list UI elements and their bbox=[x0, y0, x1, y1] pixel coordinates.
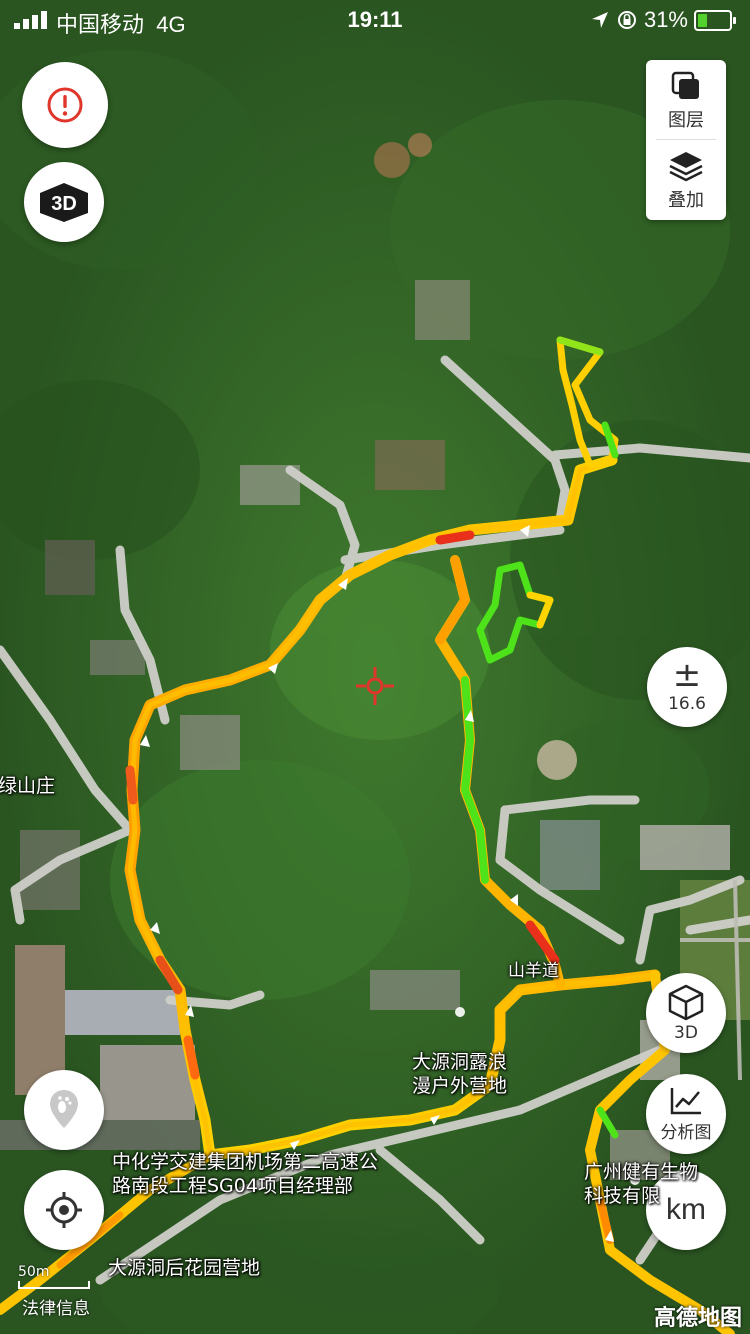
scale-line bbox=[18, 1281, 90, 1289]
scale-bar: 50m bbox=[18, 1264, 90, 1289]
brand-logo: 高德地图 bbox=[653, 1306, 742, 1331]
analysis-label: 分析图 bbox=[660, 1122, 712, 1143]
warning-button[interactable] bbox=[22, 62, 108, 148]
warning-icon bbox=[47, 87, 83, 123]
location-arrow-icon bbox=[591, 12, 608, 28]
overlay-label: 叠加 bbox=[668, 190, 704, 211]
layers-button[interactable]: 图层 bbox=[646, 62, 726, 140]
layers-panel: 图层 叠加 bbox=[646, 60, 726, 220]
scale-label: 50m bbox=[18, 1264, 50, 1280]
svg-text:3D: 3D bbox=[51, 193, 77, 215]
analysis-button[interactable]: 分析图 bbox=[646, 1074, 726, 1154]
locate-icon bbox=[46, 1192, 82, 1228]
cube-icon bbox=[668, 984, 704, 1021]
map-label-camp1-line1[interactable]: 大源洞露浪 bbox=[412, 1050, 507, 1074]
layers-label: 图层 bbox=[668, 110, 704, 131]
map-label-shanzhuang: 绿山庄 bbox=[0, 775, 56, 797]
status-bar: 中国移动 4G 19:11 31% bbox=[0, 0, 750, 40]
battery-icon bbox=[694, 9, 736, 31]
legal-info-link[interactable]: 法律信息 bbox=[22, 1294, 90, 1319]
map-label-company-line2[interactable]: 科技有限 bbox=[584, 1184, 660, 1208]
zoom-button[interactable]: ± 16.6 bbox=[647, 647, 727, 727]
battery-percent: 31% bbox=[643, 7, 688, 32]
view-3d-button[interactable]: 3D bbox=[646, 973, 726, 1053]
locate-button[interactable] bbox=[24, 1170, 104, 1250]
footprint-icon bbox=[50, 1090, 78, 1128]
zoom-symbol: ± bbox=[672, 655, 702, 695]
overlay-button[interactable]: 叠加 bbox=[646, 142, 726, 220]
view-3d-toggle-button[interactable]: 3D bbox=[24, 162, 104, 242]
view-3d-label: 3D bbox=[674, 1023, 698, 1043]
map-label-company-line1[interactable]: 广州健有生物 bbox=[584, 1160, 698, 1184]
cube-3d-icon: 3D bbox=[40, 183, 88, 222]
map-label-project-line2[interactable]: 路南段工程SG04项目经理部 bbox=[112, 1174, 353, 1198]
satellite-map[interactable] bbox=[0, 0, 750, 1334]
rotation-lock-icon bbox=[617, 11, 636, 29]
footprint-button[interactable] bbox=[24, 1070, 104, 1150]
map-label-camp1-line2[interactable]: 漫户外营地 bbox=[412, 1074, 507, 1098]
map-label-shanyang: 山羊道 bbox=[508, 961, 559, 981]
map-label-camp2[interactable]: 大源洞后花园营地 bbox=[108, 1256, 260, 1280]
layers-icon bbox=[671, 71, 699, 99]
divider bbox=[656, 139, 716, 140]
overlay-icon bbox=[669, 152, 703, 182]
map-label-project-line1[interactable]: 中化学交建集团机场第二高速公 bbox=[112, 1150, 378, 1174]
line-chart-icon bbox=[670, 1087, 701, 1114]
unit-label: km bbox=[666, 1193, 706, 1226]
zoom-level: 16.6 bbox=[668, 694, 706, 714]
